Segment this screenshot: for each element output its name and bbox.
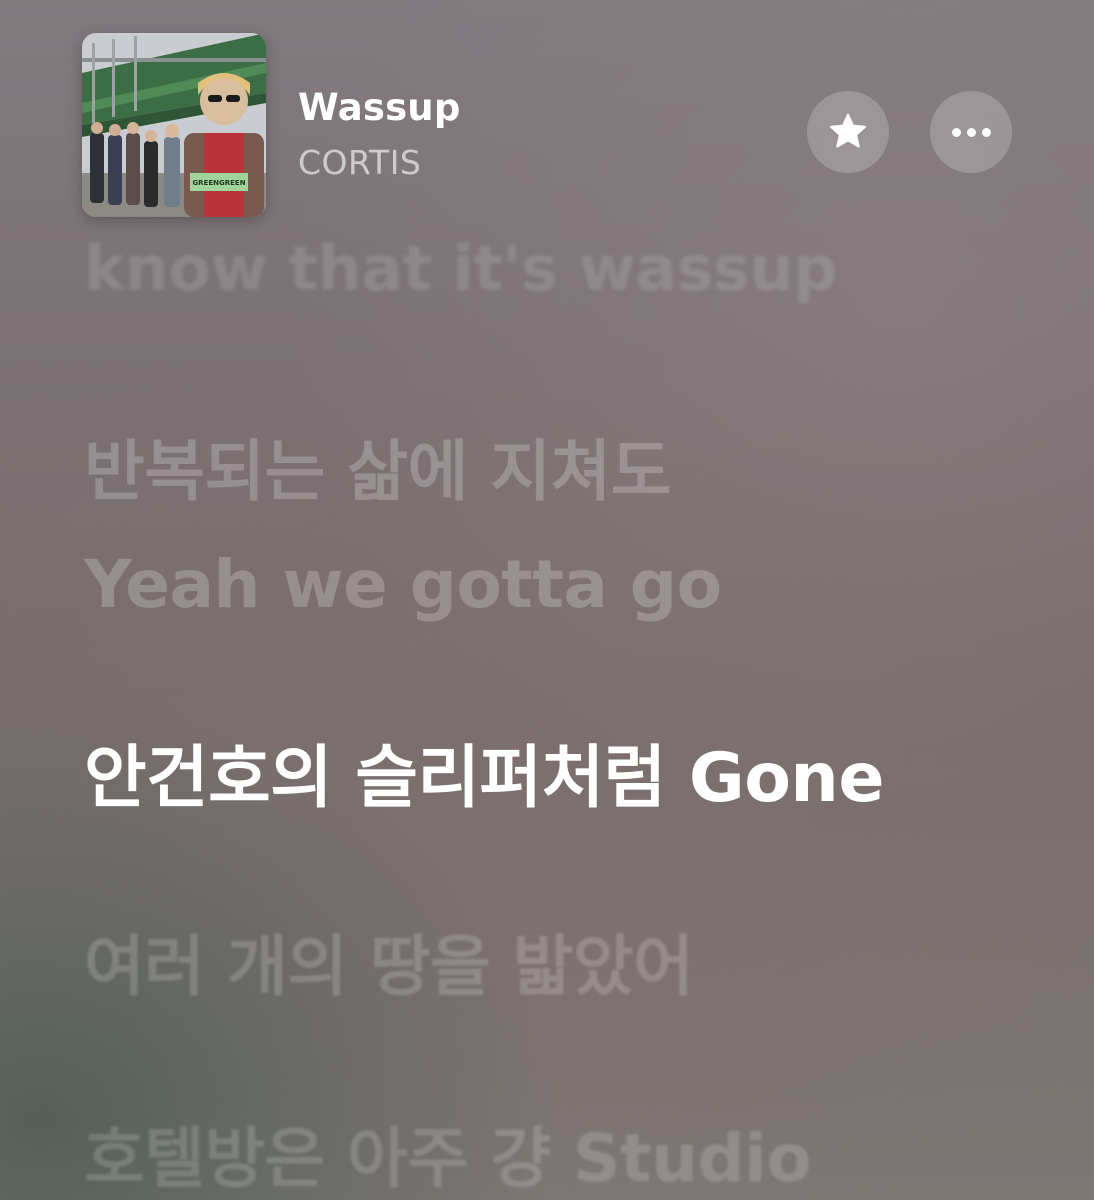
star-icon	[830, 113, 866, 148]
track-artist[interactable]: CORTIS	[298, 143, 421, 182]
more-icon	[951, 127, 991, 137]
more-options-button[interactable]	[930, 91, 1012, 173]
lyric-line-upcoming[interactable]: Yeah we gotta go	[84, 546, 722, 623]
now-playing-header: GREENGREEN Wassup CORTIS	[0, 0, 1094, 230]
lyric-line-current[interactable]: 안건호의 슬리퍼처럼 Gone	[84, 722, 884, 821]
track-title[interactable]: Wassup	[298, 86, 461, 129]
lyric-line-upcoming[interactable]: 반복되는 삶에 지쳐도	[84, 418, 671, 514]
favorite-button[interactable]	[807, 91, 889, 173]
artwork-sticker-text: GREENGREEN	[192, 179, 245, 187]
lyric-line-past[interactable]: know that it's wassup	[84, 232, 837, 305]
lyric-line-upcoming[interactable]: 여러 개의 땅을 밟았어	[84, 913, 694, 1009]
lyric-line-upcoming[interactable]: 호텔방은 아주 걍 Studio	[84, 1105, 812, 1200]
album-artwork[interactable]: GREENGREEN	[82, 33, 266, 217]
